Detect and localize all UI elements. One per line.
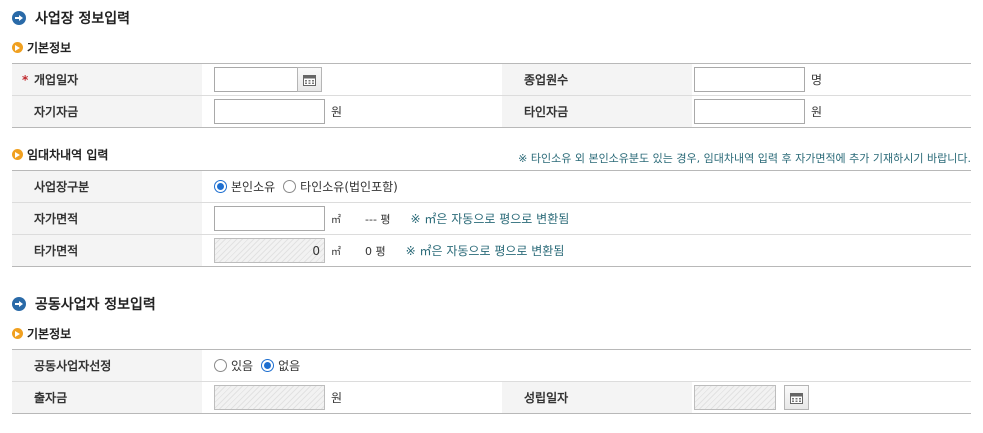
bullet-arrow-icon [12,327,23,339]
open-date-header: * 개업일자 [12,64,202,95]
subsection-title-joint-basic: 기본정보 [12,325,71,341]
established-header: 성립일자 [502,382,692,413]
investment-header: 출자금 [12,382,202,413]
bullet-arrow-icon [12,41,23,53]
section-title-joint: 공동사업자 정보입력 [12,294,156,314]
established-cell [694,382,809,413]
own-capital-unit: 원 [331,105,343,119]
subsection-title-text: 기본정보 [27,326,72,341]
arrow-circle-icon [12,11,26,25]
own-capital-input[interactable] [214,99,325,124]
employees-input[interactable] [694,67,805,92]
other-area-hint: ※ ㎡은 자동으로 평으로 변환됨 [405,244,565,258]
radio-own-label: 본인소유 [231,180,276,194]
own-area-label: 자가면적 [34,212,79,226]
joint-select-label: 공동사업자선정 [34,359,112,373]
business-type-header: 사업장구분 [12,171,202,202]
employees-label: 종업원수 [524,73,569,87]
own-capital-header: 자기자금 [12,96,202,127]
arrow-circle-icon [12,297,26,311]
bullet-arrow-icon [12,148,23,160]
open-date-input[interactable] [214,67,298,92]
employees-unit: 명 [811,73,823,87]
joint-table: 공동사업자선정 있음 없음 출자금 원 성립일자 [12,349,971,414]
radio-other-label: 타인소유(법인포함) [300,180,398,194]
table-row: 공동사업자선정 있음 없음 [12,350,971,382]
own-pyeong: --- 평 [365,212,391,226]
basic-info-table: * 개업일자 종업원수 명 자기자금 원 타인자금 원 [12,63,971,128]
own-area-input[interactable] [214,206,325,231]
other-capital-cell: 원 [694,96,822,127]
subsection-title-text: 임대차내역 입력 [27,147,109,162]
required-mark: * [22,72,29,87]
section-title-business: 사업장 정보입력 [12,8,130,28]
employees-cell: 명 [694,64,822,95]
radio-yes-label: 있음 [231,359,254,373]
radio-other[interactable]: 타인소유(법인포함) [283,178,398,195]
investment-cell: 원 [214,382,342,413]
investment-unit: 원 [331,391,343,405]
radio-yes[interactable]: 있음 [214,357,253,374]
other-capital-header: 타인자금 [502,96,692,127]
other-capital-input[interactable] [694,99,805,124]
other-area-unit: ㎡ [331,247,341,258]
section-title-text: 사업장 정보입력 [35,11,131,27]
radio-yes-indicator[interactable] [214,359,227,372]
subsection-title-text: 기본정보 [27,40,72,55]
other-area-header: 타가면적 [12,235,202,266]
section-title-text: 공동사업자 정보입력 [35,297,156,313]
lease-notice: ※ 타인소유 외 본인소유분도 있는 경우, 임대차내역 입력 후 자가면적에 … [518,152,971,165]
own-area-unit: ㎡ [331,215,341,226]
other-capital-unit: 원 [811,105,823,119]
subsection-title-basic: 기본정보 [12,39,71,55]
table-row: 사업장구분 본인소유 타인소유(법인포함) [12,171,971,203]
joint-select-header: 공동사업자선정 [12,350,202,381]
other-area-label: 타가면적 [34,244,79,258]
table-row: 자가면적 ㎡ --- 평 ※ ㎡은 자동으로 평으로 변환됨 [12,203,971,235]
table-row: * 개업일자 종업원수 명 [12,64,971,96]
other-area-cell: ㎡ 0 평 ※ ㎡은 자동으로 평으로 변환됨 [214,235,564,266]
open-date-cell [214,64,322,95]
calendar-button[interactable] [784,385,809,410]
own-area-hint: ※ ㎡은 자동으로 평으로 변환됨 [410,212,570,226]
other-pyeong: 0 평 [365,244,386,258]
table-row: 타가면적 ㎡ 0 평 ※ ㎡은 자동으로 평으로 변환됨 [12,235,971,267]
established-label: 성립일자 [524,391,569,405]
employees-header: 종업원수 [502,64,692,95]
radio-no-label: 없음 [278,359,301,373]
business-type-cell: 본인소유 타인소유(법인포함) [214,171,406,202]
other-area-input [214,238,325,263]
table-row: 출자금 원 성립일자 [12,382,971,414]
established-date-input [694,385,776,410]
radio-no-indicator[interactable] [261,359,275,372]
investment-input [214,385,325,410]
lease-table: 사업장구분 본인소유 타인소유(법인포함) 자가면적 ㎡ --- 평 ※ ㎡은 … [12,170,971,267]
radio-other-indicator[interactable] [283,180,297,193]
own-capital-label: 자기자금 [34,105,79,119]
own-capital-cell: 원 [214,96,342,127]
radio-own-indicator[interactable] [214,180,227,193]
joint-select-cell: 있음 없음 [214,350,308,381]
calendar-icon [303,74,316,86]
calendar-icon [790,392,803,404]
calendar-button[interactable] [297,67,322,92]
subsection-title-lease: 임대차내역 입력 [12,146,108,162]
table-row: 자기자금 원 타인자금 원 [12,96,971,128]
investment-label: 출자금 [34,391,68,405]
business-type-label: 사업장구분 [34,180,90,194]
radio-own[interactable]: 본인소유 [214,178,275,195]
own-area-cell: ㎡ --- 평 ※ ㎡은 자동으로 평으로 변환됨 [214,203,569,234]
other-capital-label: 타인자금 [524,105,569,119]
own-area-header: 자가면적 [12,203,202,234]
radio-no[interactable]: 없음 [261,357,300,374]
